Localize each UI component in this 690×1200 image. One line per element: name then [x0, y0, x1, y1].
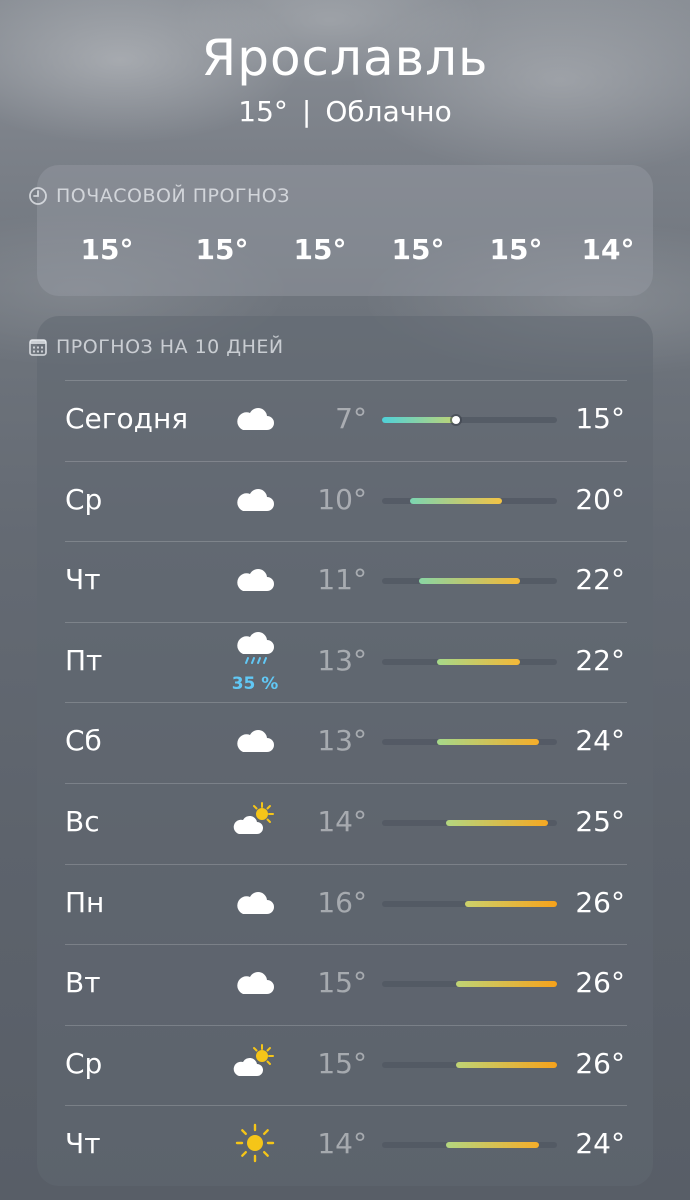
high-temp: 26° — [575, 885, 625, 919]
partly-cloudy-icon — [231, 1039, 279, 1087]
current-conditions: 15° | Облачно — [0, 92, 690, 132]
temp-range-bar — [382, 658, 557, 665]
high-temp: 26° — [575, 966, 625, 1000]
calendar-icon — [29, 339, 47, 356]
day-row[interactable]: Пт 35 % 13° 22° — [37, 622, 653, 702]
cloud-icon — [231, 878, 279, 926]
low-temp: 15° — [317, 1046, 367, 1080]
temp-range-bar — [382, 1061, 557, 1068]
day-name: Вт — [65, 966, 101, 1000]
temp-range-fill — [455, 1061, 557, 1068]
temp-range-bar — [382, 739, 557, 746]
hour-temp: 15° — [195, 233, 249, 266]
high-temp: 15° — [575, 402, 625, 435]
cloud-icon — [231, 958, 279, 1006]
low-temp: 7° — [335, 402, 367, 435]
temp-range-fill — [418, 578, 521, 585]
temp-range-bar — [382, 416, 557, 424]
daily-title-text: ПРОГНОЗ НА 10 ДНЕЙ — [56, 336, 284, 358]
temp-range-fill — [446, 1142, 539, 1149]
day-name: Ср — [65, 1046, 103, 1080]
cloud-icon — [231, 475, 279, 523]
low-temp: 11° — [317, 563, 367, 597]
day-row[interactable]: Вс 14° 25° — [37, 783, 653, 863]
hour-temp: 15° — [80, 233, 134, 266]
day-row[interactable]: Ср 10° 20° — [37, 461, 653, 541]
temp-range-fill — [437, 739, 539, 746]
hour-temp: 14° — [581, 233, 635, 266]
rain-cloud-icon — [231, 626, 279, 674]
hourly-temps[interactable]: 15° 15° 15° 15° 15° 14° — [37, 233, 653, 267]
low-temp: 14° — [317, 805, 367, 838]
day-row[interactable]: Пн 16° 26° — [37, 864, 653, 944]
day-name: Сегодня — [65, 402, 189, 435]
hourly-forecast-title: ПОЧАСОВОЙ ПРОГНОЗ — [28, 185, 290, 207]
hourly-title-text: ПОЧАСОВОЙ ПРОГНОЗ — [56, 185, 290, 207]
hour-temp: 15° — [293, 233, 347, 266]
high-temp: 22° — [575, 643, 625, 677]
clock-icon — [29, 187, 47, 205]
day-row[interactable]: Ср 15° 26° — [37, 1025, 653, 1105]
cloud-icon — [231, 394, 279, 442]
temp-range-fill — [382, 417, 456, 423]
sun-icon — [231, 1119, 279, 1167]
high-temp: 26° — [575, 1046, 625, 1080]
temp-range-bar — [382, 1142, 557, 1149]
current-condition: Облачно — [325, 95, 452, 128]
low-temp: 13° — [317, 724, 367, 758]
day-row[interactable]: Сб 13° 24° — [37, 702, 653, 782]
low-temp: 14° — [317, 1127, 367, 1161]
current-temp-marker — [451, 416, 460, 424]
partly-cloudy-icon — [231, 797, 279, 845]
temp-range-bar — [382, 497, 557, 504]
hour-temp: 15° — [489, 233, 543, 266]
temp-range-bar — [382, 820, 557, 826]
day-row[interactable]: Сегодня 7° 15° — [37, 380, 653, 460]
low-temp: 15° — [317, 966, 367, 1000]
city-name: Ярославль — [201, 29, 489, 87]
cloud-icon — [231, 555, 279, 603]
location-header: Ярославль 15° | Облачно — [0, 28, 690, 132]
temp-range-fill — [437, 658, 521, 665]
ten-day-forecast-title: ПРОГНОЗ НА 10 ДНЕЙ — [28, 336, 284, 358]
separator: | — [301, 95, 312, 128]
current-temperature: 15° — [238, 95, 288, 128]
precipitation-chance: 35 % — [231, 673, 279, 694]
high-temp: 22° — [575, 563, 625, 597]
day-name: Чт — [65, 563, 101, 597]
high-temp: 24° — [575, 1127, 625, 1161]
high-temp: 25° — [575, 805, 625, 838]
temp-range-fill — [409, 497, 502, 504]
high-temp: 20° — [575, 482, 625, 516]
day-row[interactable]: Чт 11° 22° — [37, 541, 653, 621]
day-name: Пн — [65, 885, 105, 919]
temp-range-fill — [455, 981, 557, 988]
temp-range-bar — [382, 981, 557, 988]
day-name: Пт — [65, 643, 103, 677]
day-name: Вс — [65, 805, 100, 838]
low-temp: 13° — [317, 643, 367, 677]
day-name: Ср — [65, 482, 103, 516]
high-temp: 24° — [575, 724, 625, 758]
temp-range-bar — [382, 578, 557, 585]
cloud-icon — [231, 716, 279, 764]
low-temp: 16° — [317, 885, 367, 919]
low-temp: 10° — [317, 482, 367, 516]
temp-range-fill — [464, 900, 557, 907]
day-name: Сб — [65, 724, 102, 758]
day-row[interactable]: Чт 14° 24° — [37, 1105, 653, 1185]
day-name: Чт — [65, 1127, 101, 1161]
day-row[interactable]: Вт 15° 26° — [37, 944, 653, 1024]
temp-range-fill — [446, 820, 548, 826]
temp-range-bar — [382, 900, 557, 907]
hour-temp: 15° — [391, 233, 445, 266]
